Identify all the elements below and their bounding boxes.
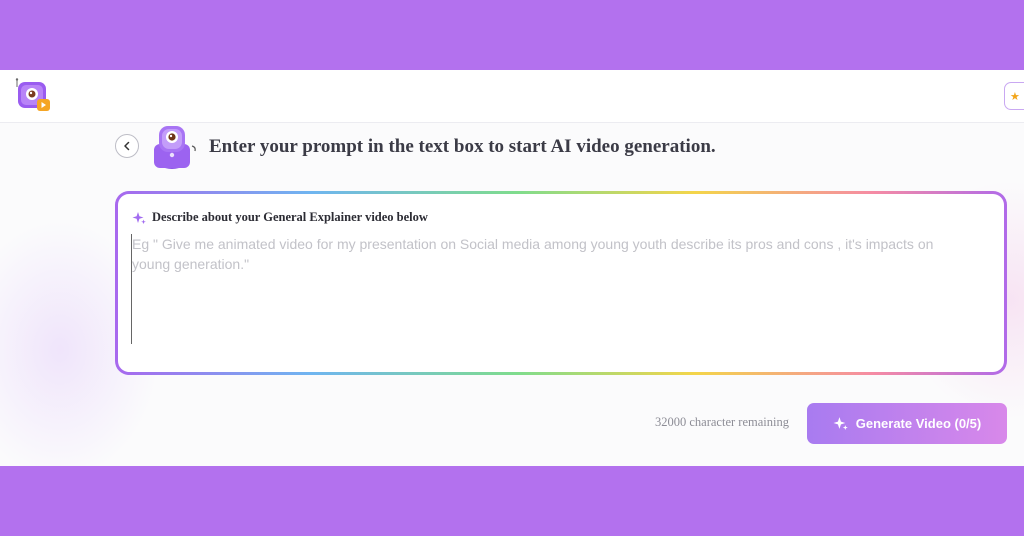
sparkle-icon (833, 417, 848, 431)
generate-video-button[interactable]: Generate Video (0/5) (807, 403, 1007, 444)
generate-video-label: Generate Video (0/5) (855, 416, 982, 431)
prompt-label-text: Describe about your General Explainer vi… (152, 210, 428, 224)
upgrade-button[interactable]: ★ (1004, 82, 1024, 110)
top-bar: ★ (0, 70, 1024, 123)
prompt-label: Describe about your General Explainer vi… (132, 210, 428, 225)
sparkle-icon (132, 211, 146, 224)
chevron-left-icon (124, 141, 130, 151)
prompt-box: Describe about your General Explainer vi… (115, 191, 1007, 375)
page-title: Enter your prompt in the text box to sta… (209, 136, 716, 157)
star-icon: ★ (1010, 90, 1020, 103)
back-button[interactable] (115, 134, 139, 158)
robot-mascot-icon (150, 122, 200, 172)
prompt-input[interactable] (131, 234, 942, 344)
app-window: ★ Enter your prompt in the text box to s… (0, 70, 1024, 466)
prompt-box-inner: Describe about your General Explainer vi… (118, 194, 1004, 372)
character-counter: 32000 character remaining (655, 415, 789, 429)
app-logo-icon[interactable] (14, 78, 52, 114)
